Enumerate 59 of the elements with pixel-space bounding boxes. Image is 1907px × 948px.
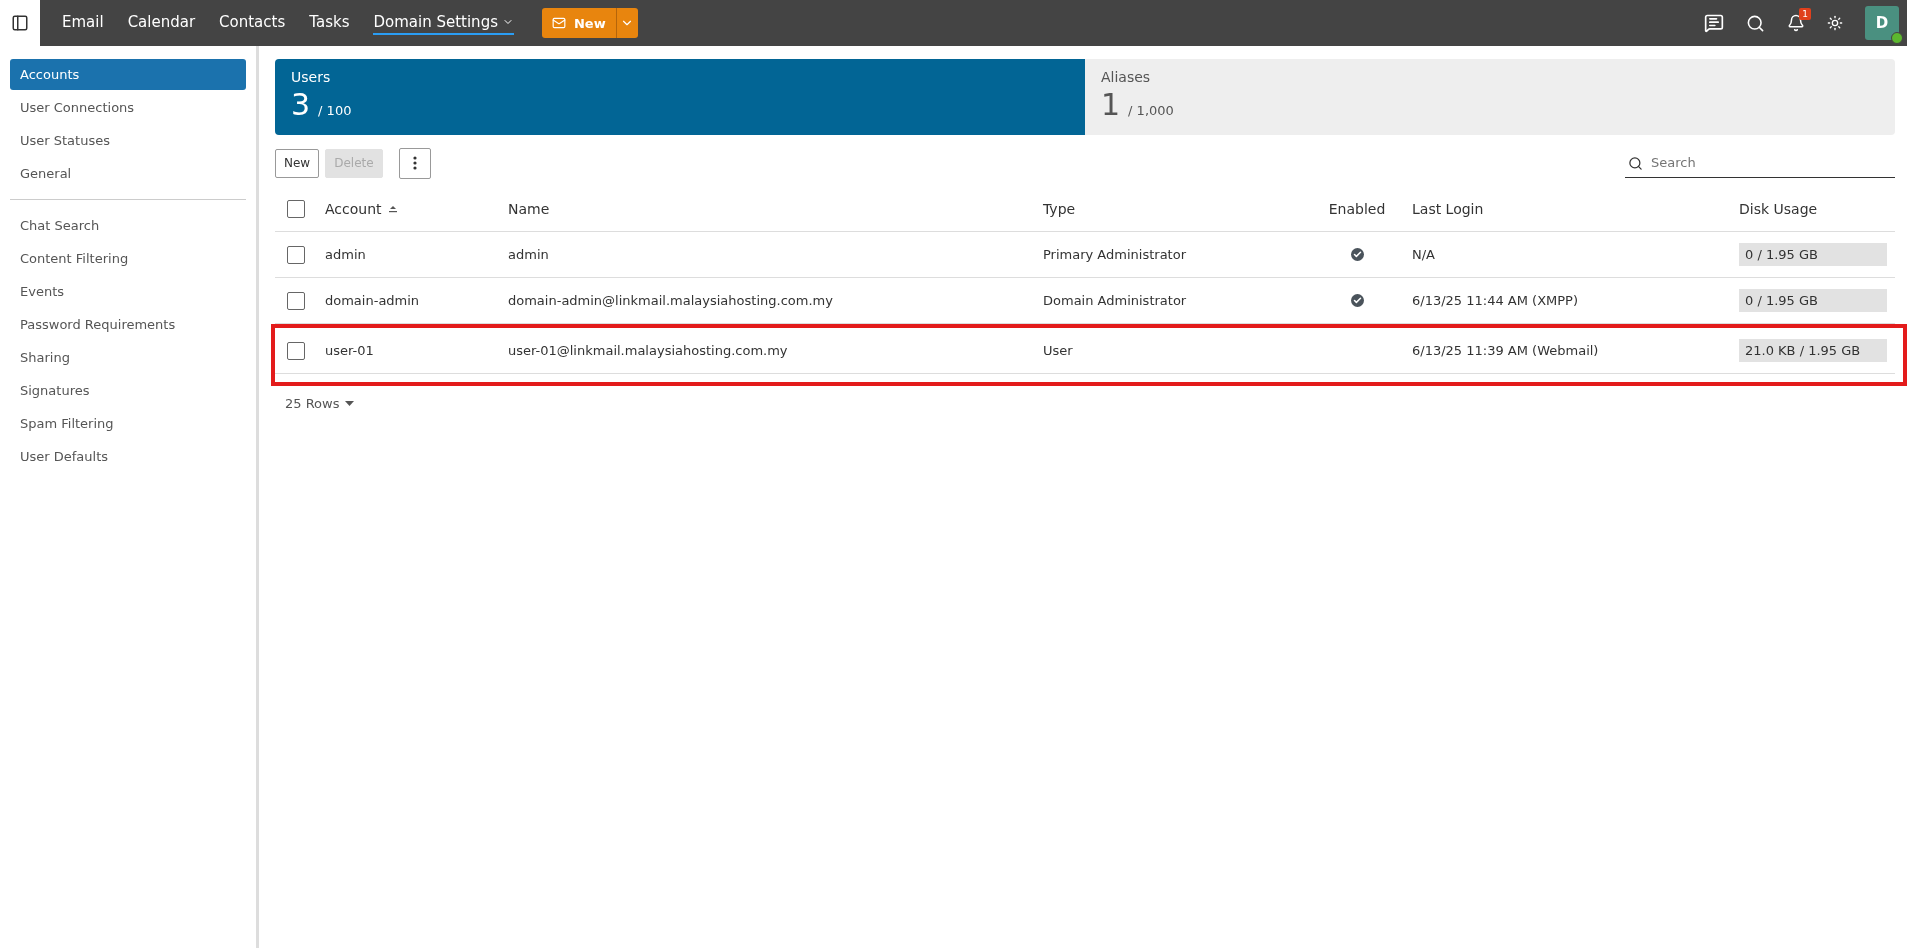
table-cell-text: admin bbox=[325, 247, 367, 262]
sidebar-item[interactable]: Accounts bbox=[10, 59, 246, 90]
nav-tab[interactable]: Calendar bbox=[127, 11, 196, 35]
sidebar-item[interactable]: User Connections bbox=[10, 92, 246, 123]
table-cell-text: domain-admin@linkmail.malaysiahosting.com.my bbox=[508, 293, 834, 308]
row-checkbox[interactable] bbox=[287, 245, 305, 264]
bell-icon[interactable] bbox=[1787, 14, 1805, 32]
caret-icon bbox=[345, 401, 355, 406]
select-all-checkbox[interactable] bbox=[287, 199, 305, 218]
search-icon[interactable] bbox=[1746, 13, 1765, 33]
nav-tab[interactable]: Email bbox=[62, 11, 104, 35]
column-header[interactable]: Name bbox=[508, 200, 1043, 217]
table-cell-text: User bbox=[1043, 343, 1074, 358]
sort-icon bbox=[387, 204, 398, 213]
table-cell-text: N/A bbox=[1412, 247, 1436, 262]
column-header[interactable]: Type bbox=[1043, 200, 1302, 217]
sidebar-item[interactable]: Chat Search bbox=[10, 210, 246, 241]
table-cell-text: domain-admin bbox=[325, 293, 421, 308]
summary-tab[interactable]: Users 3 / 100 bbox=[275, 59, 1085, 135]
column-header[interactable]: Disk Usage bbox=[1739, 200, 1895, 217]
table-cell-text: admin bbox=[508, 247, 550, 262]
row-checkbox[interactable] bbox=[287, 291, 305, 310]
sidebar-item[interactable]: Signatures bbox=[10, 375, 246, 406]
mail-icon bbox=[551, 16, 566, 30]
table-cell-text: 6/13/25 11:44 AM (XMPP) bbox=[1412, 293, 1580, 308]
notification-badge: 1 bbox=[1799, 8, 1811, 20]
chat-icon[interactable] bbox=[1704, 13, 1724, 33]
nav-tab[interactable]: Contacts bbox=[219, 11, 286, 35]
more-options-icon bbox=[412, 156, 417, 170]
column-header[interactable]: Account bbox=[325, 200, 508, 217]
more-options-button[interactable] bbox=[398, 147, 431, 179]
rows-per-page-dropdown[interactable]: 25 Rows bbox=[275, 396, 365, 411]
sidebar-item[interactable]: User Defaults bbox=[10, 441, 246, 472]
nav-tab[interactable]: Tasks bbox=[309, 11, 350, 35]
search-icon bbox=[1628, 155, 1643, 171]
sun-icon[interactable] bbox=[1827, 15, 1843, 31]
table-cell-text: Primary Administrator bbox=[1043, 247, 1187, 262]
search-field[interactable]: Search bbox=[1625, 148, 1895, 178]
table-cell-text: Domain Administrator bbox=[1043, 293, 1188, 308]
disk-usage-bar: 21.0 KB / 1.95 GB bbox=[1739, 339, 1887, 362]
nav-tab[interactable]: Domain Settings bbox=[373, 11, 514, 35]
sidebar-item[interactable]: User Statuses bbox=[10, 125, 246, 156]
sidebar-item[interactable]: Sharing bbox=[10, 342, 246, 373]
column-header[interactable]: Enabled bbox=[1328, 200, 1386, 217]
summary-tab[interactable]: Aliases 1 / 1,000 bbox=[1085, 59, 1895, 135]
row-checkbox[interactable] bbox=[287, 341, 305, 360]
table-cell-text: user-01@linkmail.malaysiahosting.com.my bbox=[508, 343, 789, 358]
sidebar-item[interactable]: General bbox=[10, 158, 246, 189]
table-cell-text: 6/13/25 11:39 AM (Webmail) bbox=[1412, 343, 1600, 358]
disk-usage-bar: 0 / 1.95 GB bbox=[1739, 243, 1887, 266]
sidebar-item[interactable]: Content Filtering bbox=[10, 243, 246, 274]
sidebar-item[interactable]: Password Requirements bbox=[10, 309, 246, 340]
sidebar-toggle-icon[interactable] bbox=[0, 0, 40, 46]
sidebar-item[interactable]: Spam Filtering bbox=[10, 408, 246, 439]
disk-usage-bar: 0 / 1.95 GB bbox=[1739, 289, 1887, 312]
sidebar-item[interactable]: Events bbox=[10, 276, 246, 307]
column-header[interactable]: Last Login bbox=[1412, 200, 1739, 217]
toolbar-button[interactable]: New bbox=[275, 148, 320, 178]
table-cell-text: user-01 bbox=[325, 343, 375, 358]
